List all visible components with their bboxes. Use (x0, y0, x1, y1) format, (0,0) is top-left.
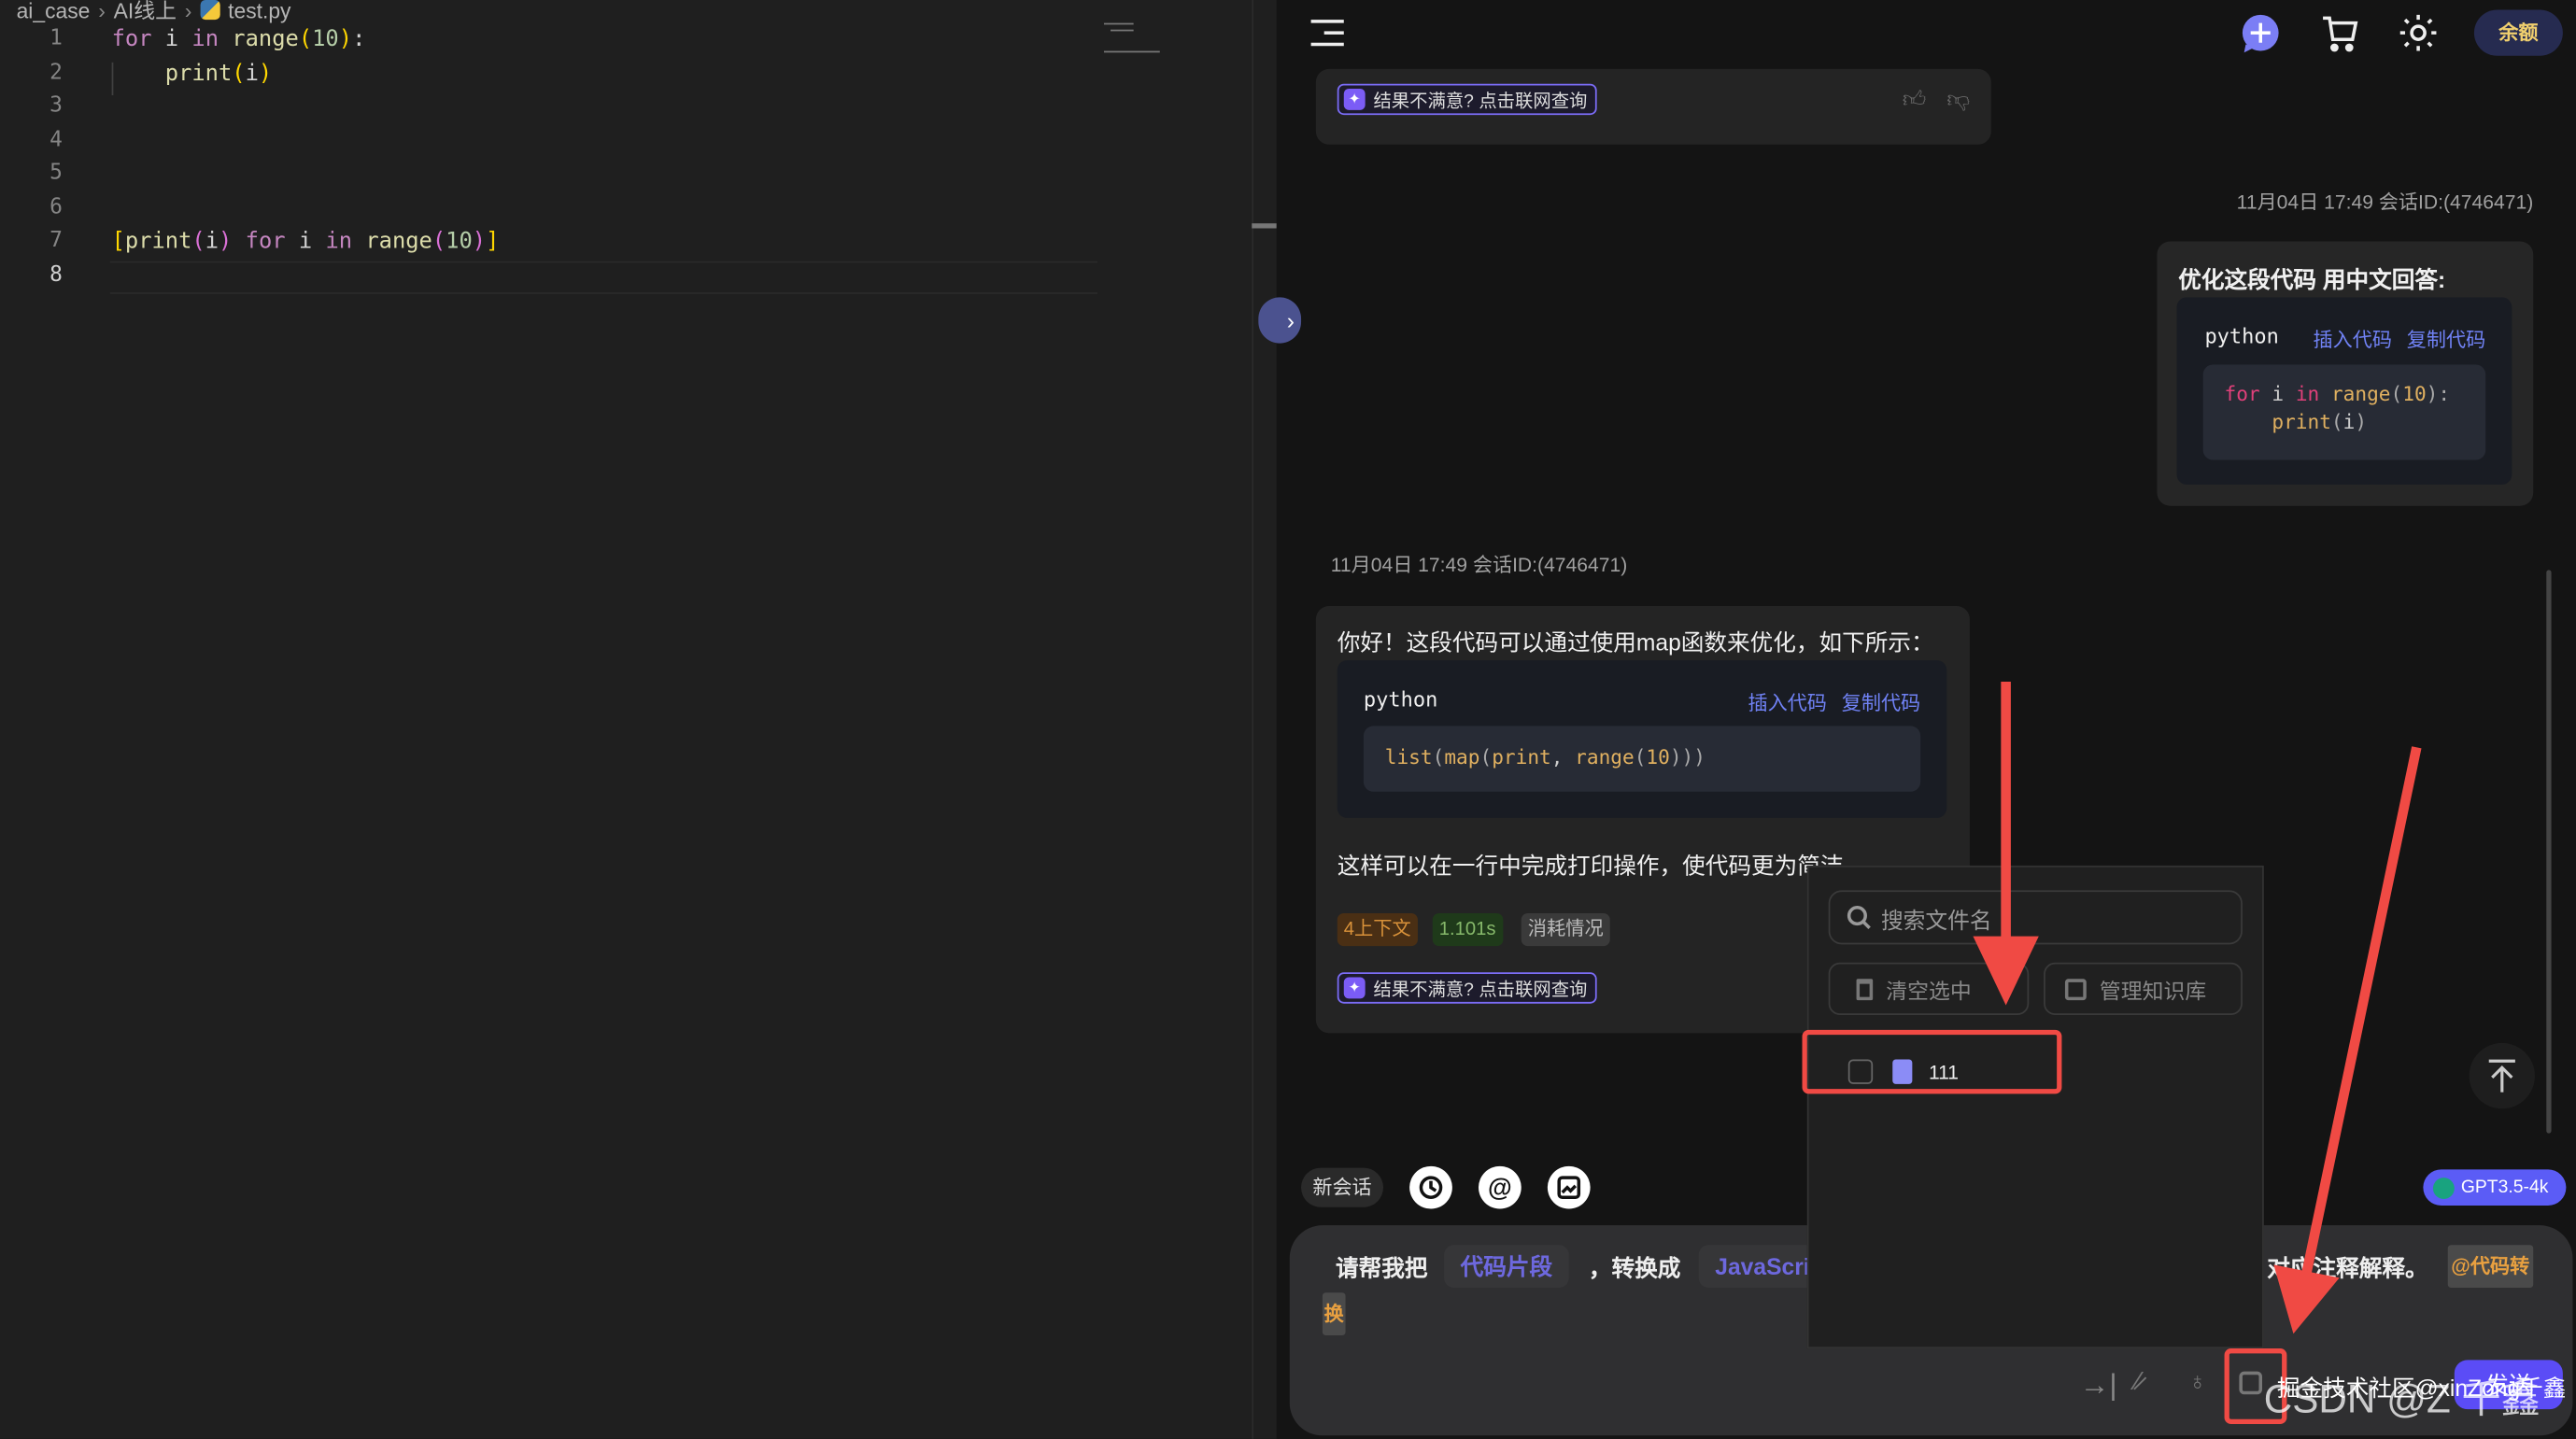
watermark: 掘金技术社区@xinZong千鑫 (2277, 1372, 2567, 1404)
annotation-arrow (1973, 682, 2038, 1006)
annotation-arrows (0, 0, 2576, 1439)
annotation-arrow (2273, 747, 2416, 1333)
